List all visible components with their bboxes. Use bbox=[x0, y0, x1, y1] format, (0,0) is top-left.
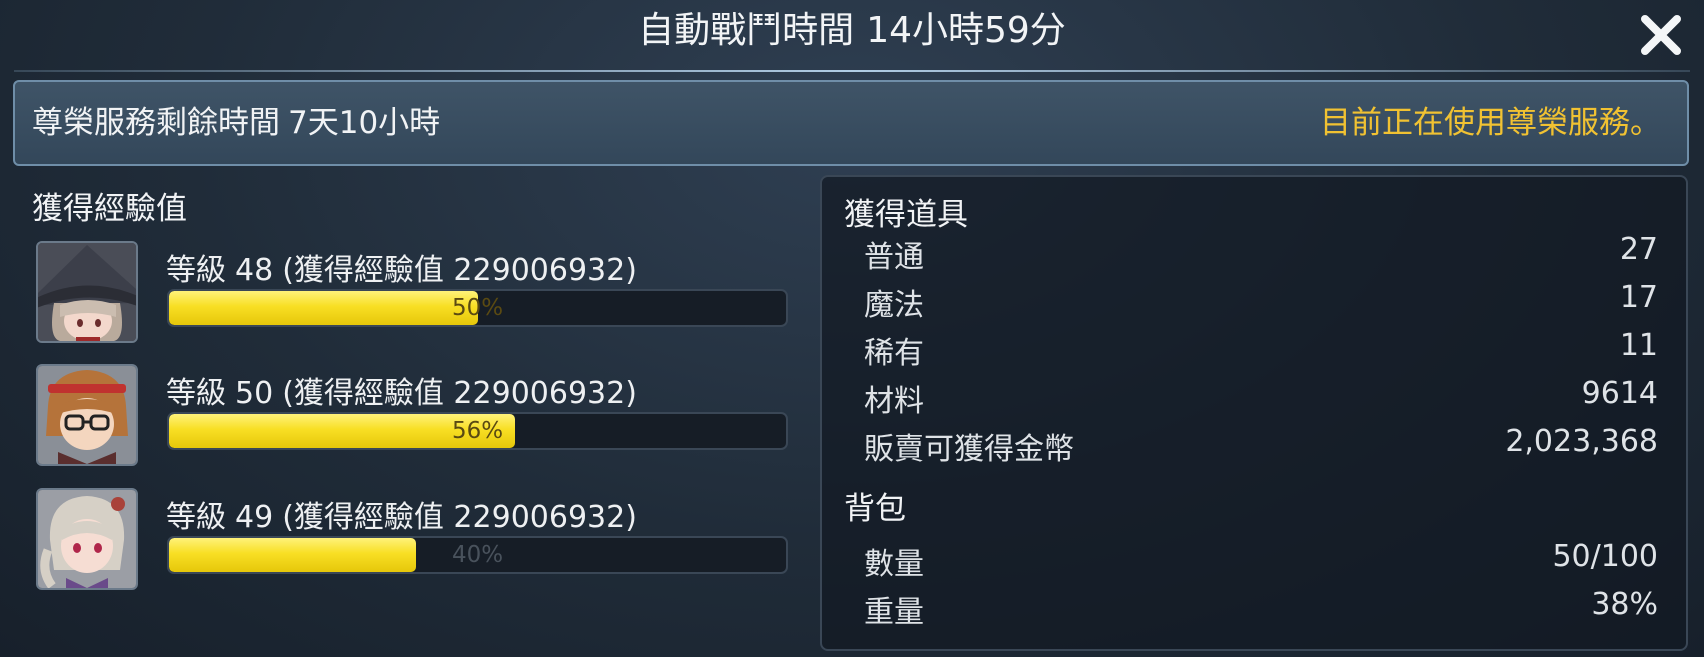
item-value: 17 bbox=[1619, 280, 1658, 315]
item-label: 販賣可獲得金幣 bbox=[864, 432, 1074, 467]
exp-progress-bar: 50% bbox=[167, 289, 788, 327]
item-label: 魔法 bbox=[864, 288, 924, 323]
bag-label: 重量 bbox=[864, 595, 924, 630]
item-label: 普通 bbox=[864, 240, 924, 275]
item-value: 11 bbox=[1619, 328, 1658, 363]
character-row: 等級 48 (獲得經驗值 229006932) 50% bbox=[36, 241, 796, 345]
exp-progress-bar: 56% bbox=[167, 412, 788, 450]
exp-progress-bar: 40% bbox=[167, 536, 788, 574]
exp-gained-text: (獲得經驗值 229006932) bbox=[282, 253, 637, 288]
item-label: 稀有 bbox=[864, 336, 924, 371]
exp-section-title: 獲得經驗值 bbox=[32, 191, 187, 227]
item-value: 9614 bbox=[1581, 376, 1658, 411]
bag-row-weight: 重量 38% bbox=[864, 587, 1658, 631]
level-value: 48 bbox=[235, 253, 274, 288]
item-row-sell-gold: 販賣可獲得金幣 2,023,368 bbox=[864, 424, 1658, 468]
item-value: 27 bbox=[1619, 232, 1658, 267]
level-label: 等級 bbox=[166, 253, 226, 288]
exp-progress-label: 50% bbox=[451, 295, 504, 321]
character-row: 等級 50 (獲得經驗值 229006932) 56% bbox=[36, 364, 796, 468]
auto-battle-time-value: 14小時59分 bbox=[866, 10, 1066, 51]
exp-progress-label: 56% bbox=[451, 418, 504, 444]
item-row-normal: 普通 27 bbox=[864, 232, 1658, 276]
item-row-material: 材料 9614 bbox=[864, 376, 1658, 420]
item-value: 2,023,368 bbox=[1505, 424, 1658, 459]
character-level-info: 等級 50 (獲得經驗值 229006932) bbox=[166, 368, 646, 412]
vip-service-bar: 尊榮服務剩餘時間 7天10小時 目前正在使用尊榮服務。 bbox=[13, 80, 1689, 166]
auto-battle-title: 自動戰鬥時間 14小時59分 bbox=[0, 0, 1704, 68]
character-level-info: 等級 49 (獲得經驗值 229006932) bbox=[166, 492, 646, 536]
silver-hair-girl-avatar-icon bbox=[36, 488, 138, 590]
bag-value: 38% bbox=[1591, 587, 1658, 622]
exp-gained-text: (獲得經驗值 229006932) bbox=[282, 500, 637, 535]
exp-progress-label: 40% bbox=[451, 542, 504, 568]
items-section-title: 獲得道具 bbox=[844, 197, 968, 233]
auto-battle-title-label: 自動戰鬥時間 bbox=[638, 10, 855, 51]
bag-row-count: 數量 50/100 bbox=[864, 539, 1658, 583]
item-label: 材料 bbox=[864, 384, 924, 419]
close-button[interactable] bbox=[1636, 10, 1686, 60]
vip-remaining-value: 7天10小時 bbox=[288, 105, 441, 141]
bag-label: 數量 bbox=[864, 547, 924, 582]
headband-glasses-boy-avatar-icon bbox=[36, 364, 138, 466]
level-label: 等級 bbox=[166, 500, 226, 535]
close-icon bbox=[1641, 15, 1681, 55]
level-value: 50 bbox=[235, 376, 274, 411]
witch-hat-girl-avatar-icon bbox=[36, 241, 138, 343]
vip-status-text: 目前正在使用尊榮服務。 bbox=[1320, 105, 1661, 141]
vip-remaining: 尊榮服務剩餘時間 7天10小時 bbox=[32, 82, 448, 164]
bag-value: 50/100 bbox=[1552, 539, 1658, 574]
vip-remaining-label: 尊榮服務剩餘時間 bbox=[32, 105, 280, 141]
character-row: 等級 49 (獲得經驗值 229006932) 40% bbox=[36, 488, 796, 592]
character-level-info: 等級 48 (獲得經驗值 229006932) bbox=[166, 245, 646, 289]
exp-gained-text: (獲得經驗值 229006932) bbox=[282, 376, 637, 411]
item-row-rare: 稀有 11 bbox=[864, 328, 1658, 372]
level-value: 49 bbox=[235, 500, 274, 535]
header-divider bbox=[14, 70, 1690, 72]
bag-section-title: 背包 bbox=[844, 491, 906, 527]
item-row-magic: 魔法 17 bbox=[864, 280, 1658, 324]
level-label: 等級 bbox=[166, 376, 226, 411]
obtained-items-panel: 獲得道具 普通 27 魔法 17 稀有 11 材料 9614 販賣可獲得金幣 2… bbox=[820, 175, 1688, 651]
